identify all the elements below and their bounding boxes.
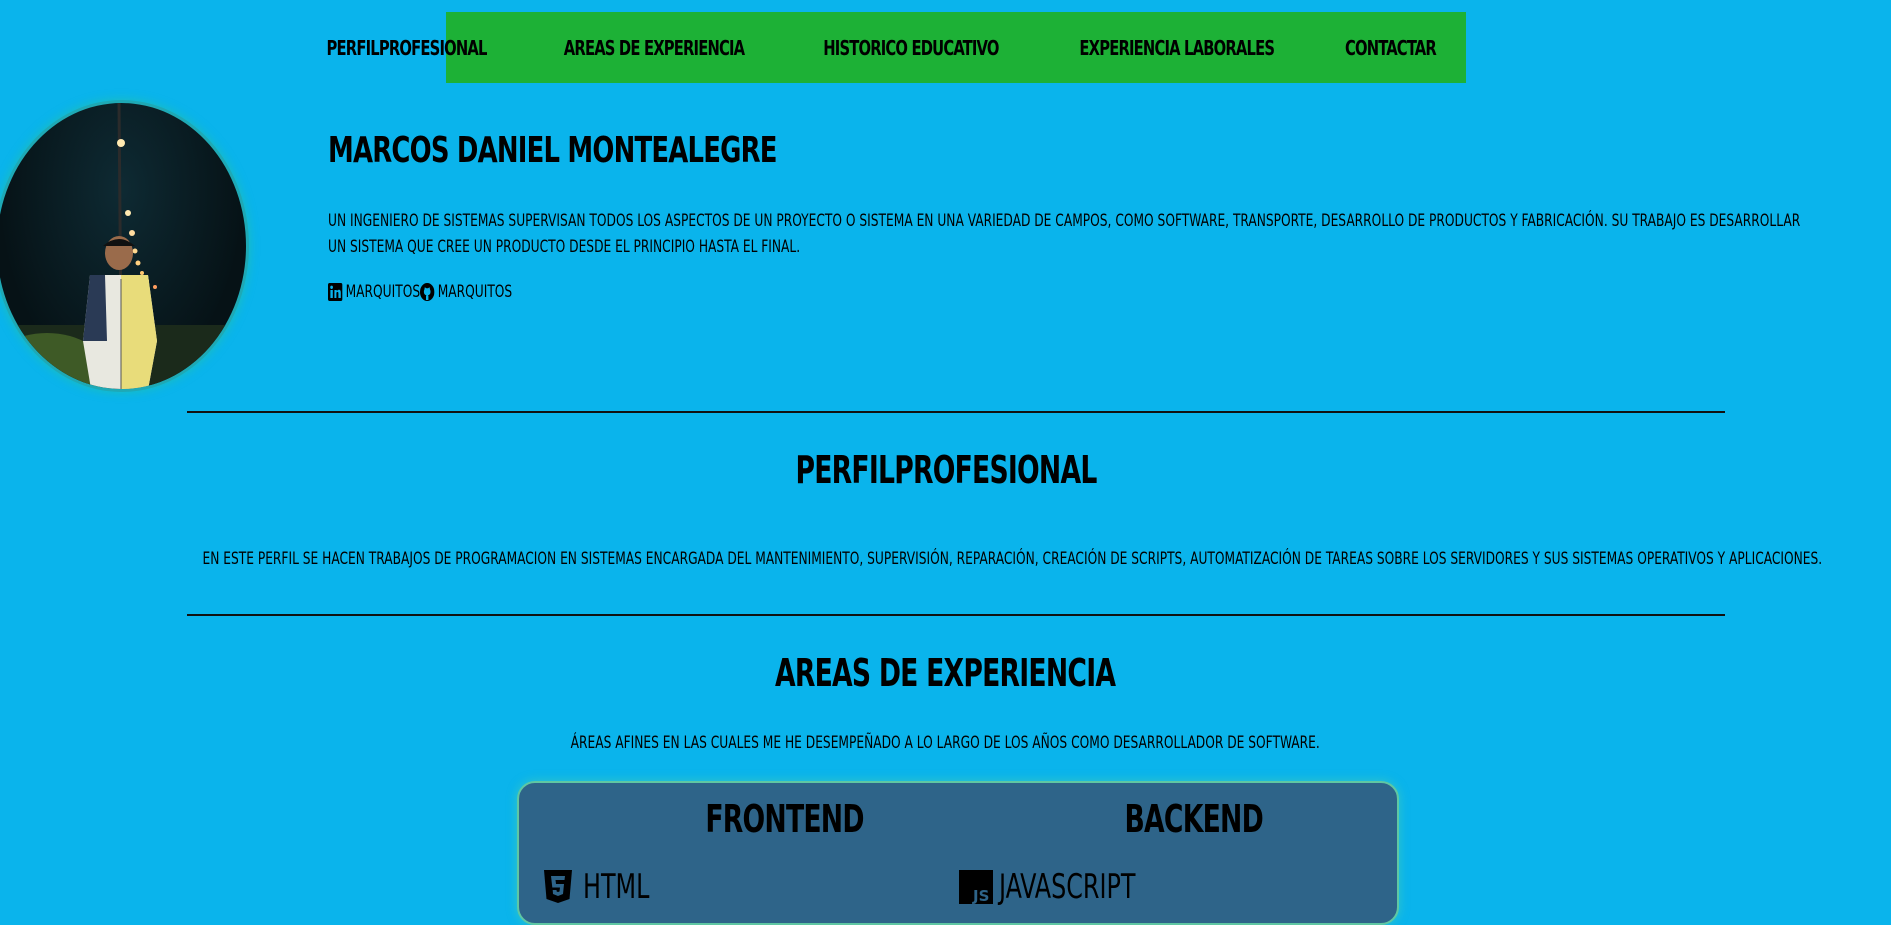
areas-text: ÁREAS AFINES EN LAS CUALES ME HE DESEMPE… [570,733,1321,753]
github-icon[interactable] [420,283,435,301]
profile-name: MARCOS DANIEL MONTEALEGRE [328,130,777,171]
section-divider [187,614,1725,616]
areas-title: AREAS DE EXPERIENCIA [775,651,1116,695]
backend-title: BACKEND [1124,797,1264,841]
perfil-text: EN ESTE PERFIL SE HACEN TRABAJOS DE PROG… [202,549,1823,569]
top-nav: PERFILPROFESIONAL AREAS DE EXPERIENCIA H… [326,12,1466,83]
nav-item-historico[interactable]: HISTORICO EDUCATIVO [823,36,999,60]
linkedin-link[interactable]: MARQUITOS [346,282,421,302]
skills-card: FRONTEND BACKEND HTML JS JAVASCRIPT [517,781,1399,925]
skill-html: HTML [543,867,668,907]
svg-text:JS: JS [972,887,989,904]
linkedin-icon[interactable] [328,283,343,301]
nav-item-areas[interactable]: AREAS DE EXPERIENCIA [563,36,744,60]
profile-photo-illustration [0,103,246,389]
section-divider [187,411,1725,413]
nav-item-contactar[interactable]: CONTACTAR [1345,36,1437,60]
nav-item-experiencia[interactable]: EXPERIENCIA LABORALES [1079,36,1275,60]
github-link[interactable]: MARQUITOS [438,282,513,302]
profile-photo [0,100,249,392]
social-links: MARQUITOS MARQUITOS [328,282,512,302]
skill-javascript: JS JAVASCRIPT [959,867,1174,907]
frontend-title: FRONTEND [705,797,864,841]
profile-description: UN INGENIERO DE SISTEMAS SUPERVISAN TODO… [328,211,1801,257]
nav-item-perfil[interactable]: PERFILPROFESIONAL [326,36,487,60]
perfil-title: PERFILPROFESIONAL [794,448,1097,492]
